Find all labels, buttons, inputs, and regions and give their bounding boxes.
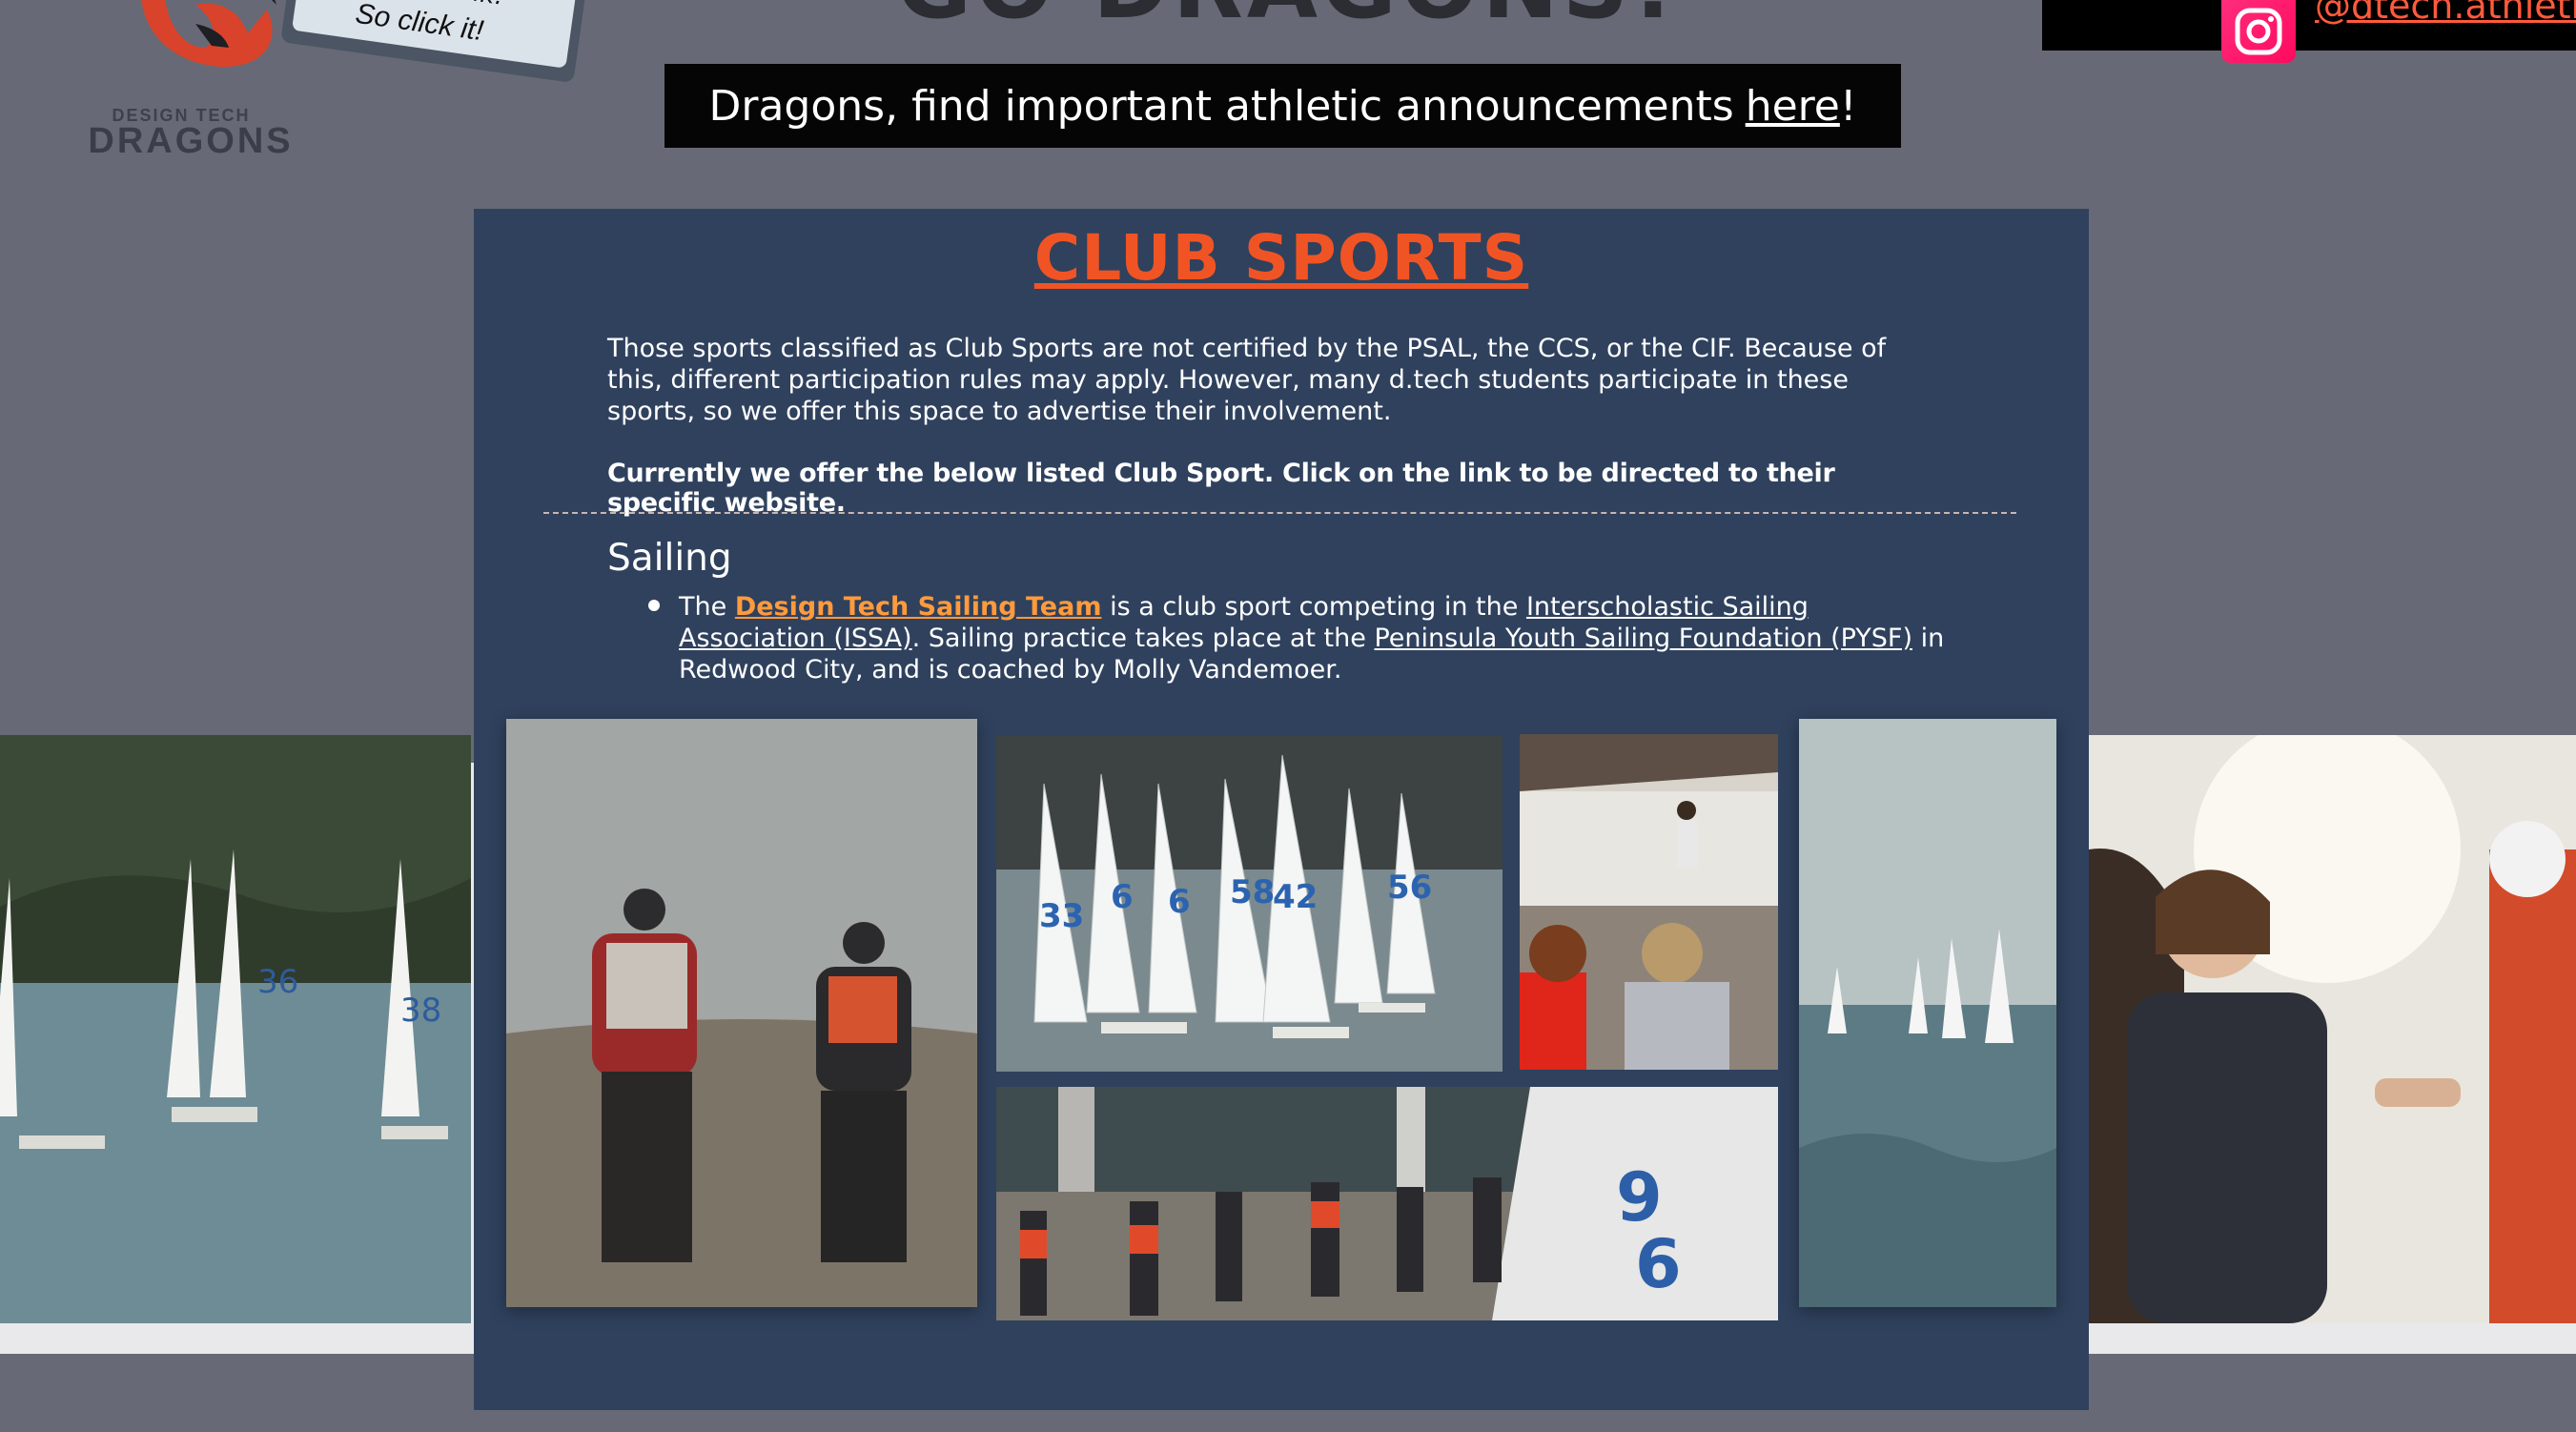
club-sports-intro: Those sports classified as Club Sports a…	[607, 334, 1887, 426]
photo-fleet-racing[interactable]: 33 6 6 58 42 56	[996, 736, 1503, 1072]
dragon-icon	[141, 0, 276, 68]
photo-sailboats-left[interactable]: 36 38	[0, 735, 471, 1323]
svg-text:56: 56	[1387, 869, 1432, 907]
svg-text:6: 6	[1635, 1225, 1682, 1303]
bubble-text: So click it!	[353, 0, 486, 48]
photo-classroom-briefing[interactable]	[1520, 734, 1778, 1070]
announcement-banner: Dragons, find important athletic announc…	[664, 64, 1901, 148]
svg-text:38: 38	[400, 992, 441, 1030]
photo-team-walking[interactable]: 9 6	[996, 1087, 1778, 1320]
announcement-link[interactable]: here	[1746, 82, 1840, 131]
sailing-description: The Design Tech Sailing Team is a club s…	[679, 592, 1945, 685]
dragons-logo[interactable]: DESIGN TECH DRAGONS	[29, 0, 305, 162]
photo-sailors-beach[interactable]	[506, 719, 977, 1307]
photo-coach-smiling[interactable]	[2089, 735, 2576, 1323]
section-divider	[543, 512, 2016, 514]
instagram-handle-link[interactable]: @dtech.athletics	[2315, 0, 2576, 27]
svg-text:6: 6	[1168, 883, 1191, 921]
svg-text:58: 58	[1230, 873, 1275, 911]
svg-text:33: 33	[1039, 897, 1084, 935]
panel-footer-band	[474, 1354, 2089, 1410]
club-sports-offer: Currently we offer the below listed Club…	[607, 459, 1835, 518]
go-dragons-heading: GO DRAGONS!	[829, 0, 1745, 29]
bubble-top-text: link!	[449, 0, 506, 11]
photo-boats-water[interactable]	[1799, 719, 2056, 1307]
instagram-icon[interactable]	[2221, 0, 2296, 63]
club-sports-title: CLUB SPORTS	[1033, 221, 1529, 295]
page: DESIGN TECH DRAGONS link! So click it! G…	[0, 0, 2576, 1432]
speech-bubble: link! So click it!	[280, 0, 587, 84]
pysf-link[interactable]: Peninsula Youth Sailing Foundation (PYSF…	[1374, 624, 1912, 653]
logo-title: DRAGONS	[88, 121, 294, 161]
svg-text:6: 6	[1111, 878, 1134, 916]
sailing-team-link[interactable]: Design Tech Sailing Team	[735, 592, 1102, 622]
announcement-text: Dragons, find important athletic announc…	[708, 81, 1734, 131]
list-bullet	[648, 600, 660, 611]
sailing-heading: Sailing	[607, 537, 732, 580]
svg-text:42: 42	[1273, 878, 1318, 916]
svg-text:36: 36	[257, 963, 298, 1001]
announcement-suffix: !	[1839, 81, 1857, 131]
